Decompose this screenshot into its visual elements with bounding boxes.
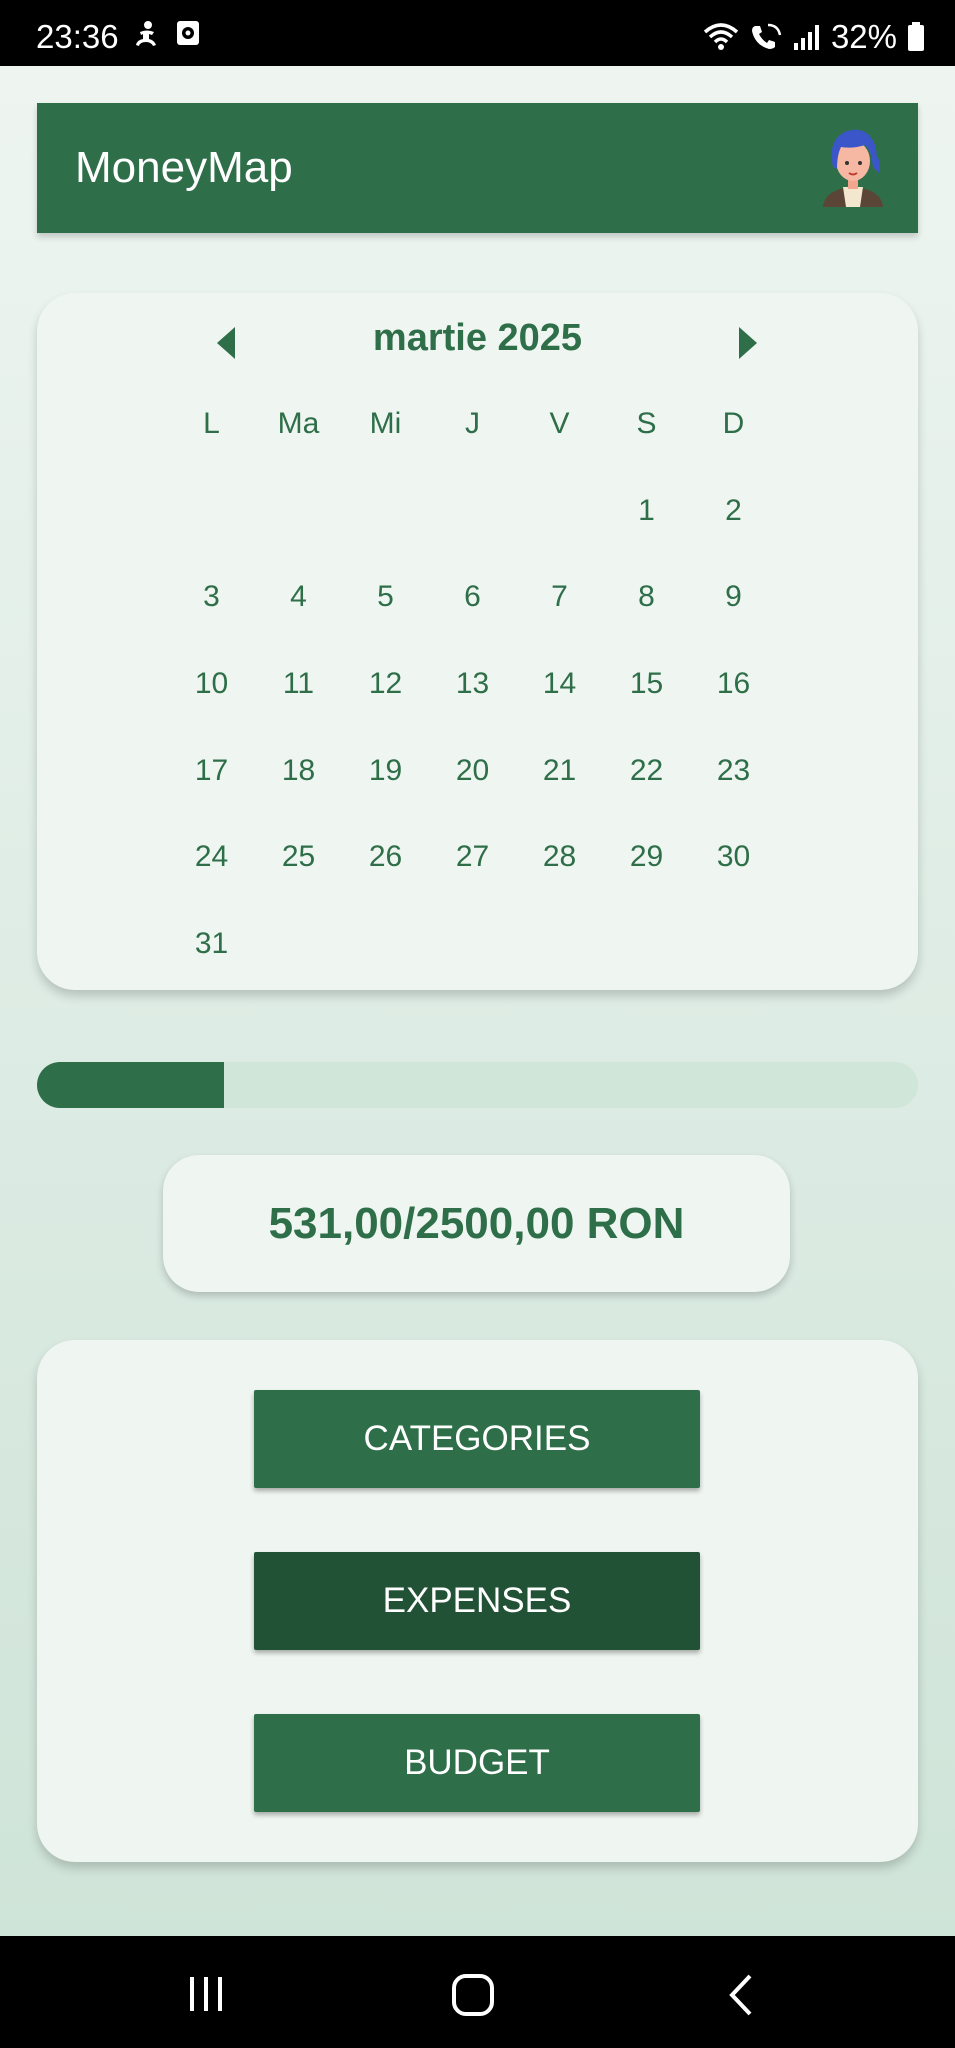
budget-button[interactable]: BUDGET bbox=[254, 1714, 700, 1812]
calendar-day[interactable]: 15 bbox=[603, 641, 690, 728]
calendar-day[interactable]: 10 bbox=[168, 641, 255, 728]
calendar-day[interactable]: 30 bbox=[690, 814, 777, 901]
weekday-label: D bbox=[722, 407, 745, 441]
weekday-label: J bbox=[465, 407, 480, 441]
calendar-day[interactable]: 7 bbox=[516, 554, 603, 641]
status-bar: 23:36 32% bbox=[0, 0, 955, 66]
calendar-empty-cell bbox=[168, 468, 255, 555]
status-time: 23:36 bbox=[36, 18, 119, 55]
calendar-day[interactable]: 31 bbox=[168, 901, 255, 988]
weekday-label: L bbox=[203, 407, 220, 441]
screenshot-icon bbox=[177, 21, 199, 45]
back-icon[interactable] bbox=[726, 1973, 756, 2017]
calendar-empty-cell bbox=[255, 468, 342, 555]
calendar-day[interactable]: 4 bbox=[255, 554, 342, 641]
calendar-empty-cell bbox=[342, 468, 429, 555]
accessibility-icon bbox=[136, 21, 156, 46]
next-month-icon[interactable] bbox=[729, 323, 769, 363]
calendar-day[interactable]: 18 bbox=[255, 727, 342, 814]
calendar-day[interactable]: 28 bbox=[516, 814, 603, 901]
weekday-label: Ma bbox=[277, 407, 320, 441]
calendar-day[interactable]: 27 bbox=[429, 814, 516, 901]
calendar-grid: L Ma Mi J V S D 1 2 3 4 5 6 7 8 9 10 11 12 13 14 15 16 17 18 19 20… bbox=[168, 381, 777, 987]
calendar-day[interactable]: 6 bbox=[429, 554, 516, 641]
status-right: 32% bbox=[703, 18, 925, 56]
recent-apps-icon[interactable] bbox=[186, 1974, 226, 2014]
budget-amount-text: 531,00/2500,00 RON bbox=[268, 1198, 685, 1248]
app-bar: MoneyMap bbox=[37, 103, 918, 233]
calendar-day[interactable]: 5 bbox=[342, 554, 429, 641]
calendar-day[interactable]: 2 bbox=[690, 468, 777, 555]
calendar-day[interactable]: 12 bbox=[342, 641, 429, 728]
budget-progress-bar bbox=[37, 1062, 918, 1108]
weekday-label: Mi bbox=[369, 407, 402, 441]
calendar-month-label: martie 2025 bbox=[372, 317, 583, 359]
calendar-day[interactable]: 21 bbox=[516, 727, 603, 814]
calendar-card: martie 2025 L Ma Mi J V S D 1 2 3 4 5 6 7 8 9 10 11 12 13 14… bbox=[37, 293, 918, 990]
calendar-day[interactable]: 16 bbox=[690, 641, 777, 728]
categories-button[interactable]: CATEGORIES bbox=[254, 1390, 700, 1488]
expenses-button[interactable]: EXPENSES bbox=[254, 1552, 700, 1650]
calendar-day[interactable]: 1 bbox=[603, 468, 690, 555]
calendar-day[interactable]: 26 bbox=[342, 814, 429, 901]
calendar-day[interactable]: 17 bbox=[168, 727, 255, 814]
weekday-label: V bbox=[549, 407, 570, 441]
calendar-day[interactable]: 3 bbox=[168, 554, 255, 641]
app-title: MoneyMap bbox=[75, 143, 293, 192]
calendar-day[interactable]: 11 bbox=[255, 641, 342, 728]
budget-progress-fill bbox=[37, 1062, 225, 1108]
calendar-day[interactable]: 22 bbox=[603, 727, 690, 814]
calendar-day[interactable]: 20 bbox=[429, 727, 516, 814]
menu-card: CATEGORIES EXPENSES BUDGET bbox=[37, 1340, 918, 1862]
weekday-label: S bbox=[636, 407, 657, 441]
battery-icon bbox=[908, 22, 924, 51]
calendar-day[interactable]: 9 bbox=[690, 554, 777, 641]
user-avatar-icon[interactable] bbox=[815, 123, 891, 207]
calendar-day[interactable]: 29 bbox=[603, 814, 690, 901]
calendar-empty-cell bbox=[429, 468, 516, 555]
signal-icon bbox=[793, 25, 819, 50]
system-nav-bar bbox=[0, 1936, 955, 2048]
home-icon[interactable] bbox=[451, 1973, 495, 2017]
wifi-icon bbox=[703, 23, 739, 50]
calendar-day[interactable]: 8 bbox=[603, 554, 690, 641]
calendar-day[interactable]: 25 bbox=[255, 814, 342, 901]
calendar-day[interactable]: 23 bbox=[690, 727, 777, 814]
wifi-calling-icon bbox=[751, 23, 782, 49]
calendar-empty-cell bbox=[516, 468, 603, 555]
calendar-day[interactable]: 19 bbox=[342, 727, 429, 814]
status-left-icons bbox=[134, 20, 200, 48]
calendar-day[interactable]: 13 bbox=[429, 641, 516, 728]
calendar-day[interactable]: 14 bbox=[516, 641, 603, 728]
battery-percent: 32% bbox=[830, 18, 897, 55]
budget-amount-card: 531,00/2500,00 RON bbox=[163, 1155, 790, 1292]
calendar-day[interactable]: 24 bbox=[168, 814, 255, 901]
